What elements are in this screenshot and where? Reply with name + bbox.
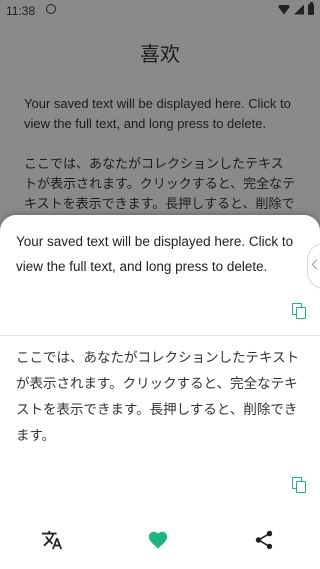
saved-text-item[interactable]: Your saved text will be displayed here. … <box>24 94 296 134</box>
bottom-navigation <box>0 515 320 569</box>
wifi-icon <box>278 4 290 15</box>
copy-icon[interactable] <box>292 477 306 493</box>
translate-icon[interactable] <box>41 529 67 555</box>
bottom-sheet: Your saved text will be displayed here. … <box>0 215 320 569</box>
status-bar: 11:38 <box>0 0 320 24</box>
status-time: 11:38 <box>6 4 36 18</box>
share-icon[interactable] <box>253 529 279 555</box>
signal-icon <box>294 4 304 15</box>
saved-card-text: Your saved text will be displayed here. … <box>16 234 294 274</box>
saved-card[interactable]: Your saved text will be displayed here. … <box>0 229 320 336</box>
heart-icon[interactable] <box>147 529 173 555</box>
saved-card[interactable]: ここでは、あなたがコレクションしたテキストが表示されます。クリックすると、完全な… <box>0 335 320 495</box>
battery-icon <box>308 2 314 15</box>
page-title: 喜欢 <box>140 44 180 66</box>
sync-icon <box>46 4 56 14</box>
status-icons <box>278 2 314 15</box>
saved-card-text: ここでは、あなたがコレクションしたテキストが表示されます。クリックすると、完全な… <box>16 350 300 443</box>
copy-icon[interactable] <box>292 303 306 319</box>
chevron-left-icon <box>311 259 320 270</box>
